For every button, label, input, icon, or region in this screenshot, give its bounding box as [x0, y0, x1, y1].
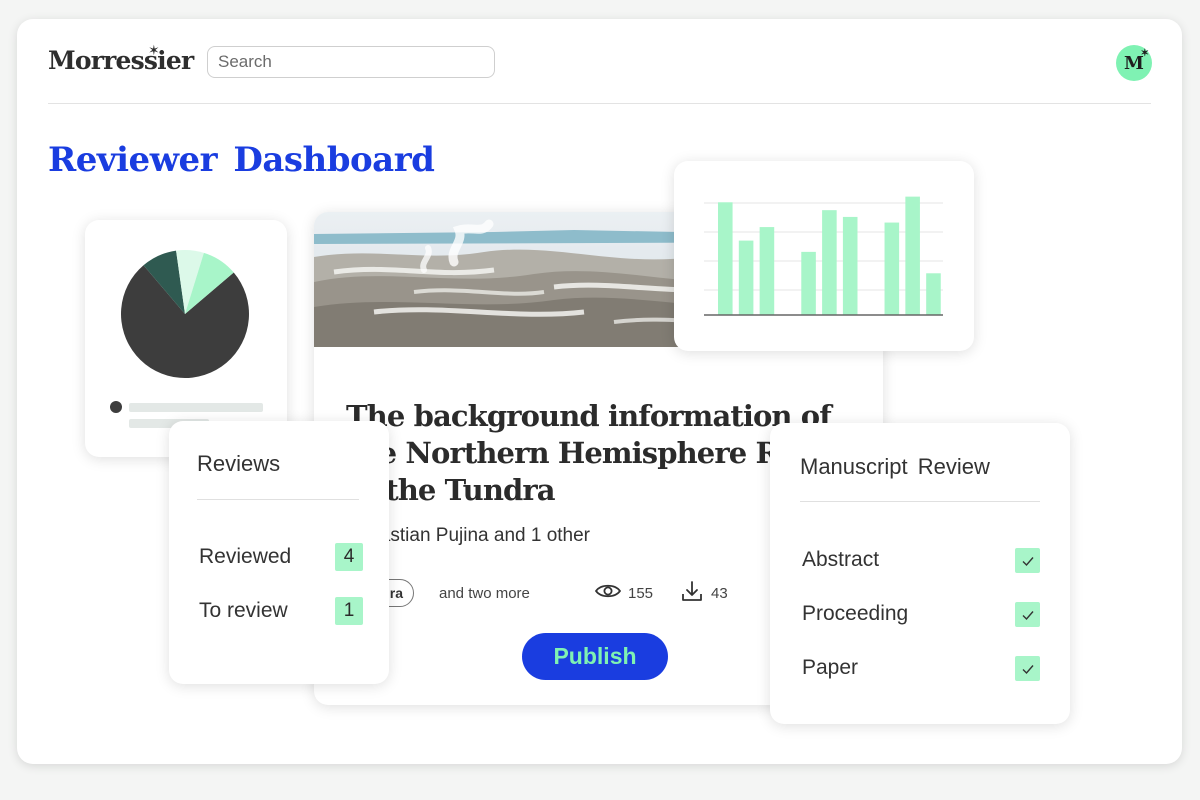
brand-logo[interactable]: Morressier [48, 46, 194, 75]
header-divider [48, 103, 1151, 104]
reviewed-count-badge: 4 [335, 543, 363, 571]
bar-chart-card [674, 161, 974, 351]
pie-chart [121, 250, 249, 378]
more-tags-link[interactable]: and two more [439, 585, 530, 602]
bar-8 [884, 222, 900, 315]
paper-label: Paper [802, 656, 859, 679]
reviews-divider [197, 499, 359, 500]
to-review-count-badge: 1 [335, 597, 363, 625]
manuscript-divider [800, 501, 1040, 502]
page-title: Reviewer Dashboard [48, 140, 435, 180]
manuscript-review-title: Manuscript Review [800, 454, 990, 479]
legend-dot [110, 401, 122, 413]
proceeding-checkbox[interactable] [1015, 602, 1040, 627]
manuscript-review-card: Manuscript Review Abstract Proceeding Pa… [770, 423, 1070, 724]
check-icon [1022, 610, 1034, 620]
check-icon [1022, 664, 1034, 674]
bar-1 [738, 240, 754, 315]
bar-4 [801, 251, 816, 315]
bar-9 [905, 196, 920, 315]
check-icon [1022, 556, 1034, 566]
proceeding-label: Proceeding [802, 602, 909, 625]
reviews-title: Reviews [197, 451, 281, 476]
downloads-count: 43 [711, 585, 728, 602]
avatar-star-icon: ✶ [1140, 48, 1149, 59]
bar-10 [926, 273, 941, 315]
reviews-card: Reviews Reviewed 4 To review 1 [169, 421, 389, 684]
abstract-checkbox[interactable] [1015, 548, 1040, 573]
bar-0 [718, 202, 733, 315]
views-count: 155 [628, 585, 654, 602]
bar-6 [842, 216, 858, 315]
search-input[interactable] [207, 46, 495, 78]
to-review-label[interactable]: To review [199, 599, 288, 623]
bar-5 [822, 210, 837, 315]
bar-2 [759, 227, 775, 315]
download-icon[interactable] [680, 579, 704, 603]
abstract-label: Abstract [802, 548, 880, 571]
reviewed-label[interactable]: Reviewed [199, 545, 291, 569]
bar-chart [704, 196, 943, 316]
brand-star-icon: ✶ [148, 42, 160, 58]
eye-icon [594, 584, 622, 598]
avatar[interactable]: M ✶ [1116, 45, 1152, 81]
paper-checkbox[interactable] [1015, 656, 1040, 681]
legend-placeholder-bar [129, 403, 263, 412]
publish-button[interactable]: Publish [522, 633, 668, 680]
